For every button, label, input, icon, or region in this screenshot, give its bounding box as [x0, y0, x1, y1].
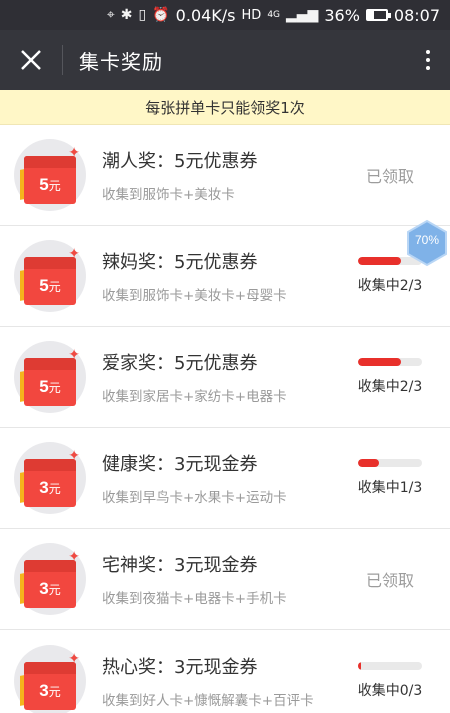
coupon-amount-value: 5: [39, 276, 49, 295]
progress-text: 收集中2/3: [357, 379, 423, 395]
status-bar: ⌖ ✱ ▯ ⏰ 0.04K/s HD 4G ▂▄▆ 36% 08:07: [0, 0, 450, 30]
reward-title: 宅神奖：3元现金券: [102, 555, 258, 576]
reward-requirement: 收集到服饰卡+美妆卡+母婴卡: [102, 288, 287, 304]
red-envelope-icon: ✦ 3元: [14, 442, 86, 514]
coupon-amount-value: 3: [39, 478, 49, 497]
page-title: 集卡奖励: [79, 49, 163, 74]
notice-banner: 每张拼单卡只能领奖1次: [0, 90, 450, 125]
coupon-amount-unit: 元: [48, 684, 61, 699]
reward-status: 收集中2/3: [342, 358, 438, 396]
reward-status: 收集中0/3: [342, 661, 438, 700]
coupon-amount: 3元: [24, 478, 76, 498]
reward-title: 健康奖：3元现金券: [102, 454, 258, 475]
sparkle-icon: ✦: [68, 246, 80, 262]
progress-text: 收集中1/3: [357, 480, 423, 496]
reward-info: 辣妈奖：5元优惠券 收集到服饰卡+美妆卡+母婴卡: [102, 248, 342, 304]
progress-fill: [358, 459, 380, 467]
red-envelope-icon: ✦ 5元: [14, 240, 86, 312]
reward-info: 爱家奖：5元优惠券 收集到家居卡+家纺卡+电器卡: [102, 349, 342, 405]
app-header: 集卡奖励: [0, 30, 450, 90]
progress-fill: [358, 661, 362, 670]
more-dot-icon: [426, 58, 430, 62]
close-button[interactable]: [0, 30, 62, 90]
collection-progress-bar: [358, 661, 422, 670]
red-envelope-icon: ✦ 5元: [14, 341, 86, 413]
reward-requirement: 收集到服饰卡+美妆卡: [102, 187, 235, 203]
coupon-amount: 5元: [24, 175, 76, 195]
coupon-amount-value: 3: [39, 680, 49, 700]
more-dot-icon: [426, 66, 430, 70]
floating-badge-text: 70%: [414, 233, 440, 247]
coupon-amount-unit: 元: [48, 280, 61, 294]
progress-text: 收集中0/3: [357, 682, 423, 699]
reward-row[interactable]: ✦ 3元 热心奖：3元现金券 收集到好人卡+慷慨解囊卡+百评卡 收集中0/3: [0, 630, 450, 713]
hd-indicator: HD: [241, 7, 262, 23]
reward-row[interactable]: ✦ 5元 潮人奖：5元优惠券 收集到服饰卡+美妆卡 已领取: [0, 125, 450, 226]
reward-requirement: 收集到夜猫卡+电器卡+手机卡: [102, 591, 287, 607]
coupon-amount: 5元: [24, 377, 76, 397]
coupon-amount-unit: 元: [48, 179, 61, 193]
alarm-icon: ⏰: [152, 7, 170, 23]
coupon-amount: 3元: [24, 579, 76, 599]
reward-title: 潮人奖：5元优惠券: [102, 151, 258, 172]
red-envelope-icon: ✦ 3元: [14, 644, 86, 713]
reward-row[interactable]: ✦ 5元 辣妈奖：5元优惠券 收集到服饰卡+美妆卡+母婴卡 收集中2/3: [0, 226, 450, 327]
coupon-amount-unit: 元: [48, 583, 61, 597]
battery-icon: [365, 9, 391, 21]
coupon-amount-value: 3: [39, 579, 49, 598]
coupon-amount-value: 5: [39, 377, 49, 396]
red-envelope-icon: ✦ 5元: [14, 139, 86, 211]
reward-status: 已领取: [342, 163, 438, 187]
reward-info: 热心奖：3元现金券 收集到好人卡+慷慨解囊卡+百评卡: [102, 653, 342, 709]
location-icon: ⌖: [106, 7, 115, 23]
collection-progress-bar: [358, 459, 422, 467]
claimed-label: 已领取: [365, 571, 414, 590]
sparkle-icon: ✦: [68, 347, 80, 363]
close-icon: [21, 50, 41, 70]
red-envelope-icon: ✦ 3元: [14, 543, 86, 615]
coupon-amount-value: 5: [39, 175, 49, 194]
coupon-amount: 5元: [24, 276, 76, 296]
coupon-amount-unit: 元: [48, 482, 61, 496]
reward-status: 收集中1/3: [342, 459, 438, 497]
floating-progress-badge[interactable]: 70%: [405, 219, 449, 267]
progress-text: 收集中2/3: [357, 278, 423, 294]
reward-list: ✦ 5元 潮人奖：5元优惠券 收集到服饰卡+美妆卡 已领取 ✦ 5元 辣妈奖：5…: [0, 125, 450, 713]
sparkle-icon: ✦: [68, 448, 80, 464]
clock: 08:07: [393, 5, 440, 25]
reward-row[interactable]: ✦ 3元 宅神奖：3元现金券 收集到夜猫卡+电器卡+手机卡 已领取: [0, 529, 450, 630]
battery-percent: 36%: [324, 5, 360, 25]
header-divider: [62, 45, 63, 75]
reward-title: 辣妈奖：5元优惠券: [102, 252, 258, 273]
sparkle-icon: ✦: [68, 549, 80, 565]
progress-fill: [358, 257, 401, 265]
reward-row[interactable]: ✦ 3元 健康奖：3元现金券 收集到早鸟卡+水果卡+运动卡 收集中1/3: [0, 428, 450, 529]
reward-title: 热心奖：3元现金券: [102, 656, 258, 678]
coupon-amount: 3元: [24, 681, 76, 701]
reward-info: 健康奖：3元现金券 收集到早鸟卡+水果卡+运动卡: [102, 450, 342, 506]
progress-fill: [358, 358, 401, 366]
bluetooth-icon: ✱: [120, 7, 133, 23]
reward-requirement: 收集到早鸟卡+水果卡+运动卡: [102, 490, 287, 506]
signal-icon: ▂▄▆: [286, 7, 319, 23]
more-menu-button[interactable]: [416, 30, 440, 90]
coupon-amount-unit: 元: [48, 381, 61, 395]
reward-info: 宅神奖：3元现金券 收集到夜猫卡+电器卡+手机卡: [102, 551, 342, 607]
reward-title: 爱家奖：5元优惠券: [102, 353, 258, 374]
more-dot-icon: [426, 50, 430, 54]
reward-row[interactable]: ✦ 5元 爱家奖：5元优惠券 收集到家居卡+家纺卡+电器卡 收集中2/3: [0, 327, 450, 428]
reward-requirement: 收集到好人卡+慷慨解囊卡+百评卡: [102, 692, 314, 709]
reward-requirement: 收集到家居卡+家纺卡+电器卡: [102, 389, 287, 405]
reward-status: 已领取: [342, 567, 438, 591]
signal-type: 4G: [267, 10, 281, 20]
reward-info: 潮人奖：5元优惠券 收集到服饰卡+美妆卡: [102, 147, 342, 203]
sparkle-icon: ✦: [68, 145, 80, 161]
vibrate-icon: ▯: [138, 7, 147, 23]
network-speed: 0.04K/s: [175, 5, 236, 25]
claimed-label: 已领取: [365, 167, 414, 186]
sparkle-icon: ✦: [68, 650, 80, 667]
collection-progress-bar: [358, 358, 422, 366]
